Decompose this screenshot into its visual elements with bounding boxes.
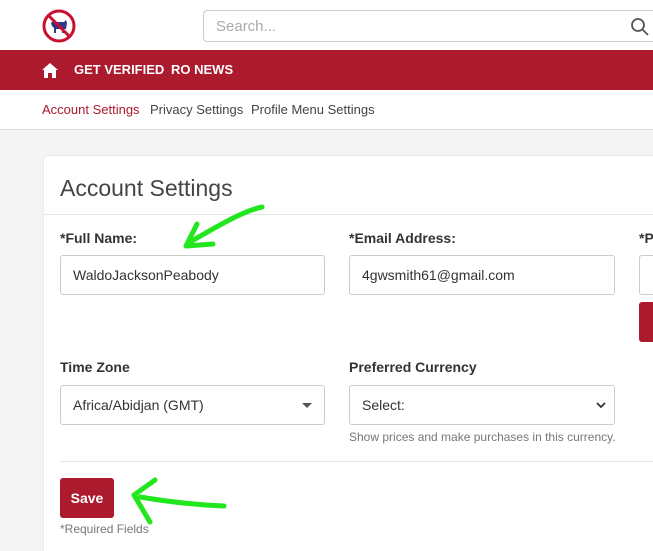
email-input[interactable] xyxy=(349,255,615,295)
search-icon[interactable] xyxy=(630,17,650,37)
time-zone-value: Africa/Abidjan (GMT) xyxy=(73,397,204,413)
home-icon[interactable] xyxy=(41,62,59,79)
save-button[interactable]: Save xyxy=(60,478,114,518)
top-header xyxy=(0,0,653,50)
subnav-profile-menu-settings[interactable]: Profile Menu Settings xyxy=(251,102,375,117)
nav-ro-news[interactable]: RO NEWS xyxy=(171,62,233,77)
full-name-input[interactable] xyxy=(60,255,325,295)
third-field-input[interactable] xyxy=(639,255,653,295)
search-input[interactable] xyxy=(204,11,653,41)
subnav-privacy-settings[interactable]: Privacy Settings xyxy=(150,102,243,117)
donkey-no-icon[interactable] xyxy=(42,9,76,43)
chevron-down-icon xyxy=(596,402,606,409)
time-zone-select[interactable]: Africa/Abidjan (GMT) xyxy=(60,385,325,425)
currency-label: Preferred Currency xyxy=(349,359,477,375)
full-name-label: *Full Name: xyxy=(60,230,138,246)
search-box[interactable] xyxy=(203,10,653,42)
third-field-button[interactable] xyxy=(639,302,653,342)
divider xyxy=(44,214,653,215)
subnav-account-settings[interactable]: Account Settings xyxy=(42,102,140,117)
caret-down-icon xyxy=(302,403,312,408)
main-nav: GET VERIFIED RO NEWS xyxy=(0,50,653,90)
currency-select[interactable]: Select: xyxy=(349,385,615,425)
currency-help-text: Show prices and make purchases in this c… xyxy=(349,430,616,444)
required-fields-note: *Required Fields xyxy=(60,522,149,536)
nav-get-verified[interactable]: GET VERIFIED xyxy=(74,62,164,77)
email-label: *Email Address: xyxy=(349,230,456,246)
account-settings-card: Account Settings *Full Name: *Email Addr… xyxy=(43,155,653,551)
page-title: Account Settings xyxy=(60,175,233,201)
currency-value: Select: xyxy=(362,397,405,413)
time-zone-label: Time Zone xyxy=(60,359,130,375)
divider xyxy=(60,461,653,462)
third-field-label: *P xyxy=(639,230,653,246)
settings-subnav: Account Settings Privacy Settings Profil… xyxy=(0,90,653,130)
